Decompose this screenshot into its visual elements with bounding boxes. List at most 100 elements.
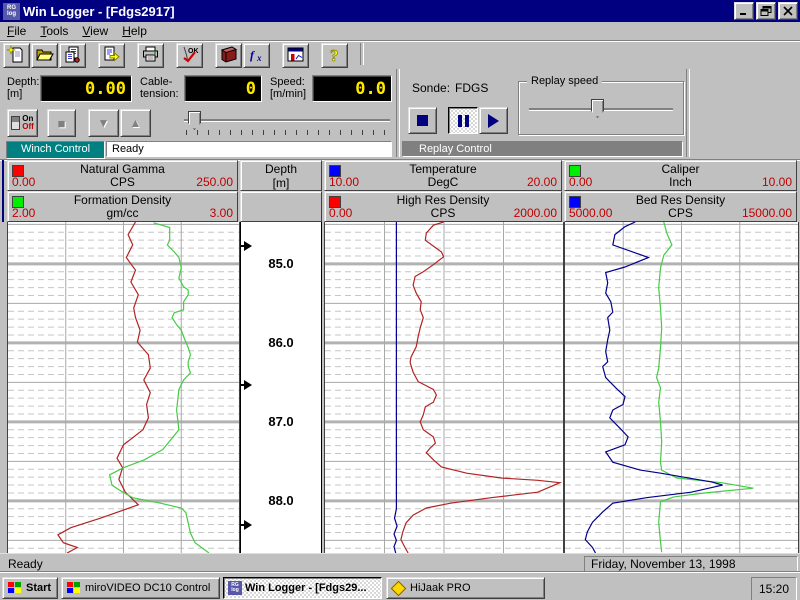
slider-thumb[interactable] [188, 111, 201, 130]
taskbar-task-mirovideo-dc10-control[interactable]: miroVIDEO DC10 Control [61, 577, 220, 599]
arrow-down-icon: ▼ [98, 116, 110, 130]
chart-window-button[interactable] [282, 43, 309, 68]
taskbar-task-win-logger-fdgs29-[interactable]: RGlogWin Logger - [Fdgs29... [223, 577, 382, 599]
header-bed-res-density: Bed Res Density5000.00CPS15000.00 [564, 191, 797, 222]
close-button[interactable] [778, 2, 798, 20]
replay-control-label: Replay Control [402, 141, 683, 157]
control-panel: Depth:[m] 0.00 Cable-tension: 0 Speed:[m… [0, 67, 800, 160]
title-bar[interactable]: RG log Win Logger - [Fdgs2917] [0, 0, 800, 22]
sonde-check-button[interactable]: OK [176, 43, 203, 68]
header-natural-gamma: Natural Gamma0.00CPS250.00 [7, 160, 238, 191]
header-caliper: Caliper0.00Inch10.00 [564, 160, 797, 191]
toolbar-separator [360, 43, 364, 65]
function-button[interactable]: fx [243, 43, 270, 68]
windows-logo-icon [7, 581, 23, 595]
winch-up-button[interactable]: ▲ [120, 109, 151, 137]
menu-help[interactable]: Help [115, 22, 154, 40]
tray-clock: 15:20 [759, 582, 789, 596]
replay-slider-thumb[interactable] [591, 99, 604, 118]
app-icon: RG log [3, 3, 20, 20]
depth-tick-85.0: 85.0 [241, 256, 321, 271]
restore-button[interactable] [756, 2, 776, 20]
save-copy-button[interactable] [59, 43, 86, 68]
function-icon: fx [247, 45, 266, 67]
app-icon-text-2: log [3, 11, 20, 17]
log-track-1 [7, 222, 240, 553]
log-track-3 [564, 222, 799, 553]
replay-speed-label: Replay speed [527, 75, 602, 87]
depth-marker-icon [240, 380, 253, 393]
speed-display: 0.0 [312, 75, 392, 102]
print-icon [141, 45, 160, 67]
new-document-icon [7, 45, 26, 67]
winch-onoff-button[interactable]: OnOff [7, 109, 38, 137]
header-depth: Depth[m] [240, 160, 322, 191]
new-document-button[interactable] [3, 43, 30, 68]
menu-bar: FileToolsViewHelp [0, 22, 800, 41]
svg-text:f: f [250, 48, 255, 62]
chart-area: 85.0 86.0 87.0 88.0 [0, 222, 800, 553]
stop-icon [417, 115, 428, 126]
open-icon [35, 45, 54, 67]
depth-tick-86.0: 86.0 [241, 335, 321, 350]
winch-stop-button[interactable]: ■ [47, 109, 76, 137]
depth-column: 85.0 86.0 87.0 88.0 [240, 222, 322, 553]
logbook-icon [219, 45, 239, 67]
export-button[interactable] [98, 43, 125, 68]
status-bar: Ready Friday, November 13, 1998 [0, 553, 800, 572]
open-button[interactable] [31, 43, 58, 68]
winch-down-button[interactable]: ▼ [88, 109, 119, 137]
slider-ticks [186, 130, 388, 135]
minimize-icon [738, 6, 750, 16]
start-button[interactable]: Start [2, 577, 58, 599]
taskbar: Start miroVIDEO DC10 ControlRGlogWin Log… [0, 572, 800, 600]
system-tray: 15:20 [751, 577, 797, 600]
pause-icon [458, 115, 469, 127]
play-icon [488, 114, 499, 128]
speed-label: Speed:[m/min] [270, 76, 306, 100]
close-icon [782, 6, 794, 16]
svg-text:?: ? [330, 46, 339, 64]
panel-divider-2 [686, 69, 690, 157]
cable-tension-label: Cable-tension: [140, 76, 179, 100]
log-track-2 [324, 222, 564, 553]
win-logger-window: RG log Win Logger - [Fdgs2917] FileTools… [0, 0, 800, 600]
depth-tick-87.0: 87.0 [241, 414, 321, 429]
winch-speed-slider[interactable] [184, 111, 390, 135]
cable-tension-display: 0 [184, 75, 262, 102]
depth-marker-icon [240, 241, 253, 254]
header-high-res-density: High Res Density0.00CPS2000.00 [324, 191, 562, 222]
taskbar-task-hijaak-pro[interactable]: HiJaak PRO [386, 577, 545, 599]
replay-play-button[interactable] [479, 107, 508, 134]
save-copy-icon [63, 45, 82, 67]
window-title: Win Logger - [Fdgs2917] [23, 4, 732, 19]
help-button[interactable]: ? [321, 43, 348, 68]
sonde-label: Sonde: [412, 82, 450, 94]
replay-speed-group: Replay speed [518, 81, 684, 135]
stop-icon: ■ [58, 116, 66, 131]
header-depth-empty [240, 191, 322, 222]
menu-tools[interactable]: Tools [33, 22, 75, 40]
winch-status: Ready [106, 141, 392, 157]
svg-text:x: x [256, 53, 262, 63]
restore-icon [760, 6, 772, 16]
menu-file[interactable]: File [0, 22, 33, 40]
minimize-button[interactable] [734, 2, 754, 20]
print-button[interactable] [137, 43, 164, 68]
arrow-up-icon: ▲ [130, 116, 142, 130]
replay-stop-button[interactable] [408, 107, 437, 134]
depth-label: Depth:[m] [7, 76, 39, 100]
header-temperature: Temperature10.00DegC20.00 [324, 160, 562, 191]
depth-tick-88.0: 88.0 [241, 493, 321, 508]
menu-view[interactable]: View [75, 22, 115, 40]
replay-pause-button[interactable] [448, 107, 478, 134]
help-icon: ? [325, 45, 344, 67]
sonde-check-icon: OK [179, 45, 200, 67]
logbook-button[interactable] [215, 43, 242, 68]
status-date: Friday, November 13, 1998 [584, 556, 798, 572]
toolbar: OK fx? [0, 42, 800, 67]
status-text: Ready [8, 557, 43, 571]
winch-control-label: Winch Control [6, 141, 105, 159]
formation-density-curve [110, 223, 209, 553]
depth-marker-icon [240, 520, 253, 533]
